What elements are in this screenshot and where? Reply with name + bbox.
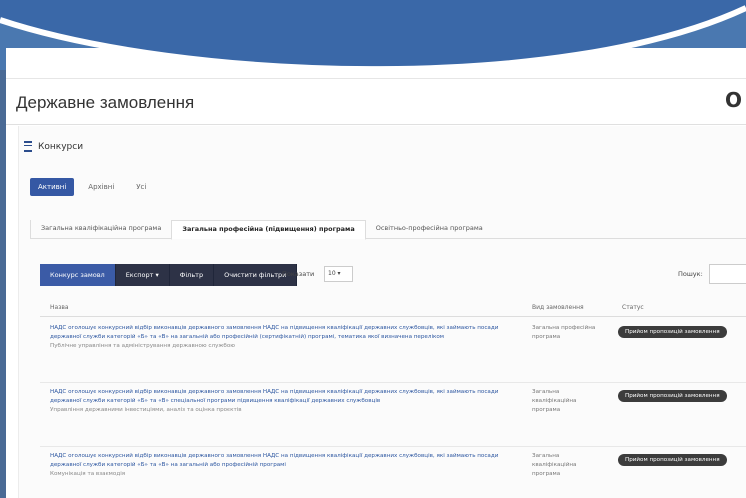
list-icon [24, 141, 32, 152]
contest-title[interactable]: НАДС оголошує конкурсний відбір виконавц… [50, 389, 498, 404]
filter-button[interactable]: Фільтр [169, 264, 215, 286]
tab-archived[interactable]: Архівні [80, 178, 122, 196]
contest-kind: Загальна професійна програма [532, 325, 596, 340]
status-badge: Прийом пропозицій замовлення [618, 326, 727, 338]
table-row: НАДС оголошує конкурсний відбір виконавц… [40, 446, 746, 498]
contest-title[interactable]: НАДС оголошує конкурсний відбір виконавц… [50, 453, 498, 468]
table-row: НАДС оголошує конкурсний відбір виконавц… [40, 382, 746, 447]
section-title: Конкурси [38, 141, 84, 152]
section-header: Конкурси [24, 141, 83, 152]
brand-logo[interactable]: O [725, 88, 742, 112]
title-divider [6, 124, 746, 125]
decorative-swoosh [0, 0, 746, 73]
contest-kind: Загальна кваліфікаційна програма [532, 453, 577, 477]
tab-general-qualification[interactable]: Загальна кваліфікаційна програма [30, 220, 171, 238]
program-tabs: Загальна кваліфікаційна програма Загальн… [30, 220, 746, 240]
page-title: Державне замовлення [16, 93, 195, 112]
contest-link[interactable]: НАДС оголошує конкурсний відбір виконавц… [50, 452, 520, 479]
search-input[interactable] [709, 264, 746, 284]
contest-kind: Загальна кваліфікаційна програма [532, 389, 577, 413]
status-badge: Прийом пропозицій замовлення [618, 454, 727, 466]
column-header-status[interactable]: Статус [622, 304, 644, 311]
column-header-name[interactable]: Назва [50, 304, 69, 311]
column-header-kind[interactable]: Вид замовлення [532, 304, 584, 311]
tab-educational-professional[interactable]: Освітньо-професійна програма [366, 220, 493, 238]
contest-link[interactable]: НАДС оголошує конкурсний відбір виконавц… [50, 388, 520, 415]
contest-link[interactable]: НАДС оголошує конкурсний відбір виконавц… [50, 324, 520, 351]
status-badge: Прийом пропозицій замовлення [618, 390, 727, 402]
table-row: НАДС оголошує конкурсний відбір виконавц… [40, 318, 746, 383]
status-tabs: Активні Архівні Усі [30, 178, 154, 196]
page-container: O Державне замовлення Конкурси Активні А… [6, 48, 746, 498]
page-size-select[interactable]: 10 ▾ [324, 266, 353, 282]
table-header: Назва Вид замовлення Статус [40, 300, 746, 317]
contest-topic: Управління державними інвестиціями, анал… [50, 407, 242, 413]
search-label: Пошук: [678, 270, 703, 278]
contest-title[interactable]: НАДС оголошує конкурсний відбір виконавц… [50, 325, 498, 340]
page-size-label: Показати [282, 270, 315, 278]
export-button[interactable]: Експорт ▾ [115, 264, 170, 286]
contest-topic: Комунікація та взаємодія [50, 471, 126, 477]
tab-active[interactable]: Активні [30, 178, 75, 196]
contest-topic: Публічне управління та адміністрування д… [50, 343, 236, 349]
new-contest-button[interactable]: Конкурс замовл [40, 264, 116, 286]
table-toolbar: Конкурс замовл Експорт ▾ Фільтр Очистити… [40, 264, 298, 286]
tab-all[interactable]: Усі [128, 178, 154, 196]
tab-general-professional[interactable]: Загальна професійна (підвищення) програм… [171, 220, 366, 240]
